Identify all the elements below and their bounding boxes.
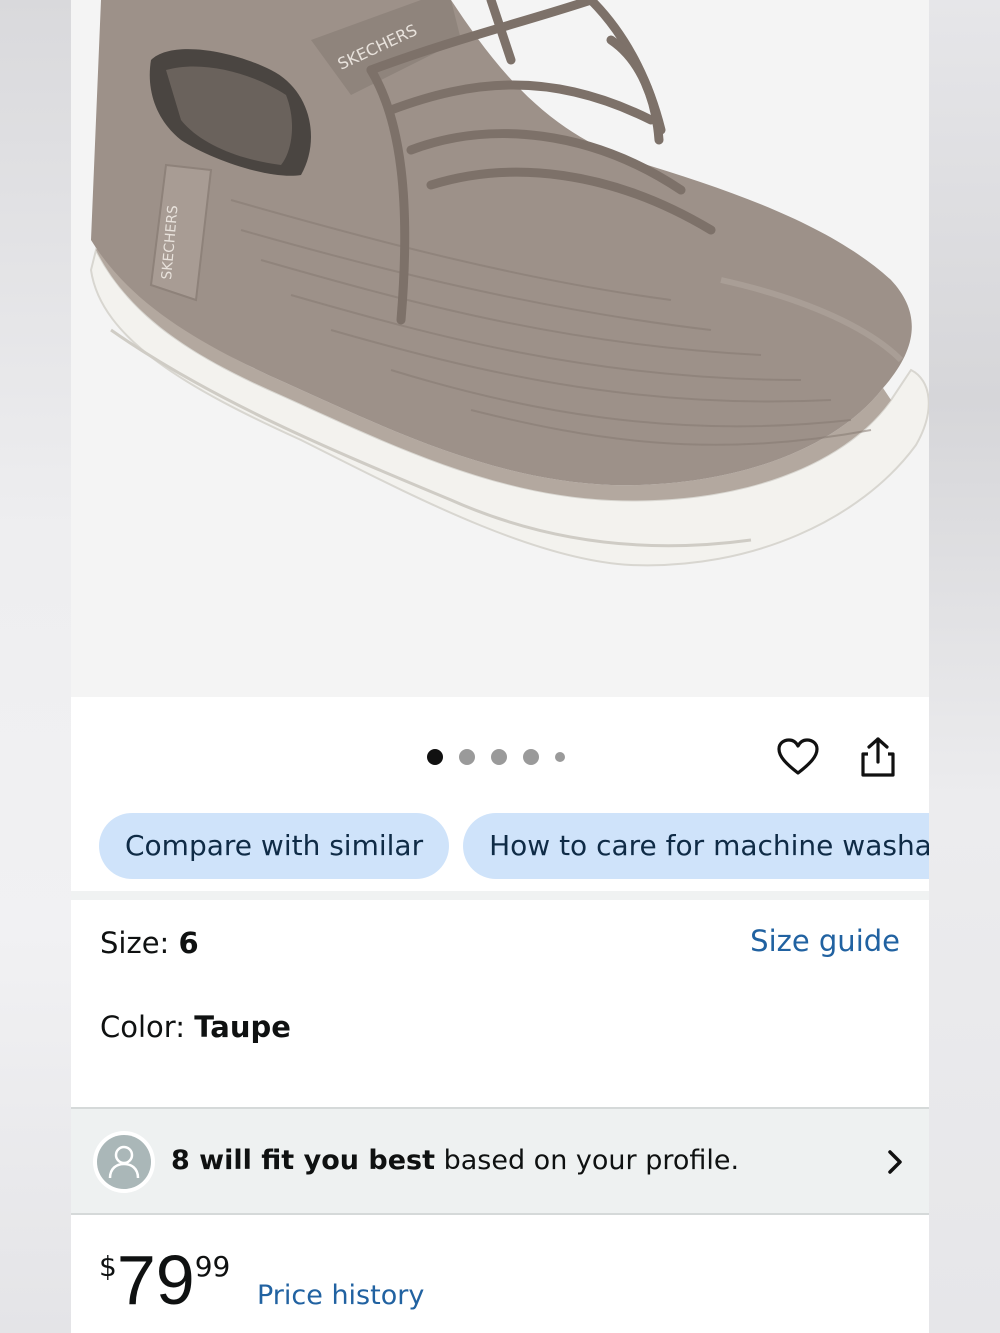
size-guide-link[interactable]: Size guide <box>750 924 900 958</box>
favorite-button[interactable] <box>773 732 823 782</box>
care-instructions-chip[interactable]: How to care for machine washabl <box>463 813 929 879</box>
compare-similar-chip[interactable]: Compare with similar <box>99 813 450 879</box>
price-fraction: 99 <box>194 1250 231 1283</box>
price-symbol: $ <box>99 1250 117 1283</box>
fit-recommendation-rest: based on your profile. <box>435 1145 740 1176</box>
color-label: Color: <box>100 1010 195 1044</box>
left-gutter <box>0 0 71 1333</box>
chevron-right-icon <box>888 1150 902 1174</box>
section-divider <box>71 891 929 900</box>
heart-icon <box>777 738 819 775</box>
right-gutter <box>929 0 1000 1333</box>
color-value: Taupe <box>194 1010 291 1044</box>
carousel-dot-2[interactable] <box>459 749 475 765</box>
price: $ 79 99 <box>99 1240 230 1320</box>
carousel-dot-4[interactable] <box>523 749 539 765</box>
product-image: SKECHERS SKECHERS <box>89 0 929 567</box>
carousel-dot-5[interactable] <box>555 752 565 762</box>
share-icon <box>861 737 895 777</box>
size-recommendation-banner[interactable]: 8 will fit you best based on your profil… <box>71 1107 929 1215</box>
price-whole: 79 <box>116 1241 195 1319</box>
carousel-dots[interactable] <box>427 748 565 766</box>
product-image-gallery[interactable]: SKECHERS SKECHERS <box>71 0 929 697</box>
carousel-dot-1[interactable] <box>427 749 443 765</box>
suggestion-chips: Compare with similar How to care for mach… <box>99 813 929 879</box>
carousel-dot-3[interactable] <box>491 749 507 765</box>
size-value: 6 <box>178 926 199 960</box>
size-selector[interactable]: Size: 6 <box>100 926 199 960</box>
avatar <box>93 1131 155 1193</box>
fit-recommendation-size: 8 will fit you best <box>171 1145 436 1176</box>
price-history-link[interactable]: Price history <box>257 1280 424 1311</box>
share-button[interactable] <box>853 732 903 782</box>
user-icon <box>108 1145 140 1179</box>
fit-recommendation-text: 8 will fit you best based on your profil… <box>171 1145 739 1176</box>
color-selector[interactable]: Color: Taupe <box>100 1010 291 1044</box>
product-page: SKECHERS SKECHERS Compare with similar H… <box>71 0 929 1333</box>
size-label: Size: <box>100 926 179 960</box>
